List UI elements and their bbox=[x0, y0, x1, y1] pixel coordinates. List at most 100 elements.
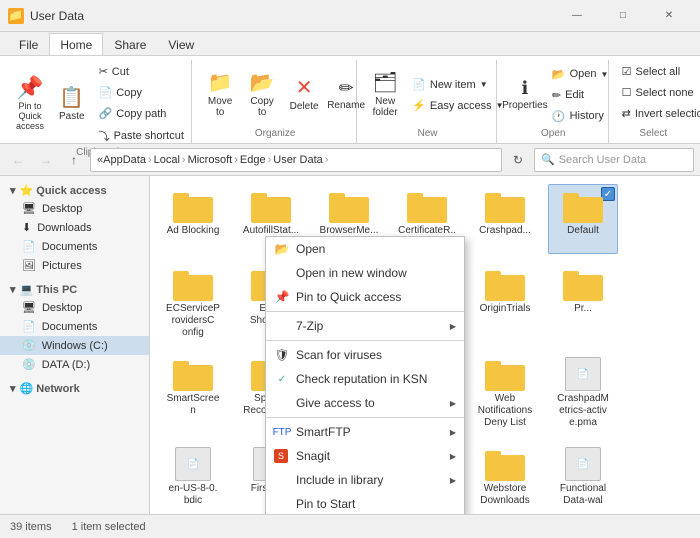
select-none-icon: ☐ bbox=[622, 86, 632, 99]
breadcrumb-appdata[interactable]: AppData bbox=[103, 154, 146, 166]
easy-access-button[interactable]: ⚡ Easy access ▼ bbox=[407, 96, 508, 115]
network-label: 🌐 Network bbox=[20, 382, 80, 395]
list-item[interactable]: Pr... bbox=[548, 262, 618, 344]
file-label: Crashpad... bbox=[479, 225, 531, 237]
ctx-7zip[interactable]: 7-Zip bbox=[266, 314, 464, 338]
breadcrumb-userdata[interactable]: User Data bbox=[273, 154, 323, 166]
minimize-button[interactable]: — bbox=[554, 0, 600, 32]
address-bar[interactable]: « AppData › Local › Microsoft › Edge › U… bbox=[90, 148, 502, 172]
up-button[interactable]: ↑ bbox=[62, 148, 86, 172]
list-item[interactable]: Ad Blocking bbox=[158, 184, 228, 254]
properties-icon: ℹ bbox=[521, 79, 528, 97]
new-folder-icon: 🗂 bbox=[372, 73, 397, 93]
invert-selection-label: Invert selection bbox=[635, 108, 700, 120]
copy-to-button[interactable]: 📂 Copy to bbox=[242, 64, 282, 126]
list-item[interactable]: ECServiceP rovidersC onfig bbox=[158, 262, 228, 344]
cut-button[interactable]: ✂ Cut bbox=[94, 62, 189, 81]
select-label: Select bbox=[617, 128, 690, 141]
sidebar-item-downloads[interactable]: ⬇ Downloads bbox=[0, 218, 149, 237]
ctx-open[interactable]: 📂 Open bbox=[266, 237, 464, 261]
edit-button[interactable]: ✏ Edit bbox=[547, 86, 614, 105]
tab-share[interactable]: Share bbox=[103, 33, 157, 55]
ctx-open-new-window[interactable]: Open in new window bbox=[266, 261, 464, 285]
breadcrumb-microsoft[interactable]: Microsoft bbox=[188, 154, 233, 166]
new-folder-button[interactable]: 🗂 New folder bbox=[365, 64, 405, 126]
pc-documents-icon: 📄 bbox=[22, 320, 36, 333]
smartftp-icon: FTP bbox=[274, 424, 290, 440]
refresh-button[interactable]: ↻ bbox=[506, 148, 530, 172]
select-all-button[interactable]: ☑ Select all bbox=[617, 62, 690, 81]
ctx-smartftp[interactable]: FTP SmartFTP bbox=[266, 420, 464, 444]
list-item[interactable]: Web Notifications Deny List bbox=[470, 352, 540, 434]
sidebar-item-data-d[interactable]: 💿 DATA (D:) bbox=[0, 355, 149, 374]
pin-icon: 📌 bbox=[274, 289, 290, 305]
select-none-label: Select none bbox=[636, 87, 694, 99]
windows-icon: 💿 bbox=[22, 339, 36, 352]
ribbon-tabs: File Home Share View bbox=[0, 32, 700, 56]
paste-shortcut-button[interactable]: ⤵ Paste shortcut bbox=[94, 125, 189, 147]
new-folder-label: New folder bbox=[372, 96, 398, 118]
sidebar-item-pc-documents[interactable]: 📄 Documents bbox=[0, 317, 149, 336]
sidebar-header-network[interactable]: ▾ 🌐 Network bbox=[0, 378, 149, 397]
open-icon: 📂 bbox=[552, 68, 566, 81]
open-button[interactable]: 📂 Open ▼ bbox=[547, 65, 614, 84]
sidebar-header-thispc[interactable]: ▾ 💻 This PC bbox=[0, 279, 149, 298]
sidebar-item-pc-desktop[interactable]: 🖥 Desktop bbox=[0, 298, 149, 317]
tab-home[interactable]: Home bbox=[49, 33, 103, 55]
delete-button[interactable]: ✕ Delete bbox=[284, 64, 324, 126]
open-arrow: ▼ bbox=[601, 70, 609, 79]
sidebar-item-desktop[interactable]: 🖥 Desktop bbox=[0, 199, 149, 218]
list-item[interactable]: 📄 CrashpadM etrics-activ e.pma bbox=[548, 352, 618, 434]
list-item[interactable]: 📄 Functional Data-wal bbox=[548, 442, 618, 514]
paste-button[interactable]: 📋 Paste bbox=[52, 83, 92, 127]
folder-icon bbox=[407, 189, 447, 223]
sidebar-item-windows-c[interactable]: 💿 Windows (C:) bbox=[0, 336, 149, 355]
sidebar-item-pictures[interactable]: 🖼 Pictures bbox=[0, 256, 149, 275]
ribbon-group-new: 🗂 New folder 📄 New item ▼ ⚡ Easy access … bbox=[359, 60, 497, 143]
ctx-sep-2 bbox=[266, 340, 464, 341]
check-icon: ✓ bbox=[274, 371, 290, 387]
ctx-give-access[interactable]: Give access to bbox=[266, 391, 464, 415]
list-item[interactable]: SmartScree n bbox=[158, 352, 228, 434]
list-item[interactable]: OriginTrials bbox=[470, 262, 540, 344]
invert-selection-button[interactable]: ⇄ Invert selection bbox=[617, 104, 690, 123]
search-box[interactable]: 🔍 Search User Data bbox=[534, 148, 694, 172]
ctx-snagit[interactable]: S Snagit bbox=[266, 444, 464, 468]
folder-icon bbox=[485, 447, 525, 481]
ctx-scan-virus[interactable]: 🛡 Scan for viruses bbox=[266, 343, 464, 367]
breadcrumb-edge[interactable]: Edge bbox=[240, 154, 266, 166]
list-item[interactable]: Webstore Downloads bbox=[470, 442, 540, 514]
collapse-icon-net: ▾ bbox=[10, 382, 16, 395]
copy-button[interactable]: 📄 Copy bbox=[94, 83, 189, 102]
forward-button[interactable]: → bbox=[34, 148, 58, 172]
back-button[interactable]: ← bbox=[6, 148, 30, 172]
ctx-check-rep[interactable]: ✓ Check reputation in KSN bbox=[266, 367, 464, 391]
ctx-include-library[interactable]: Include in library bbox=[266, 468, 464, 492]
file-label: Default bbox=[567, 225, 599, 237]
pin-to-quick-button[interactable]: 📌 Pin to Quick access bbox=[10, 74, 50, 136]
history-icon: 🕐 bbox=[552, 110, 566, 123]
close-button[interactable]: ✕ bbox=[646, 0, 692, 32]
sidebar-header-quickaccess[interactable]: ▾ ⭐ Quick access bbox=[0, 180, 149, 199]
copy-path-button[interactable]: 🔗 Copy path bbox=[94, 104, 189, 123]
sidebar-item-documents[interactable]: 📄 Documents bbox=[0, 237, 149, 256]
paste-shortcut-icon: ⤵ bbox=[99, 128, 110, 144]
new-item-button[interactable]: 📄 New item ▼ bbox=[407, 75, 508, 94]
list-item-default[interactable]: ✓ Default bbox=[548, 184, 618, 254]
history-button[interactable]: 🕐 History bbox=[547, 107, 614, 126]
list-item[interactable]: 📄 en-US-8-0. bdic bbox=[158, 442, 228, 514]
move-to-button[interactable]: 📁 Move to bbox=[200, 64, 240, 126]
list-item[interactable]: Crashpad... bbox=[470, 184, 540, 254]
ctx-pin-quick[interactable]: 📌 Pin to Quick access bbox=[266, 285, 464, 309]
properties-button[interactable]: ℹ Properties bbox=[505, 64, 545, 126]
ctx-pin-start[interactable]: Pin to Start bbox=[266, 492, 464, 514]
edit-label: Edit bbox=[565, 89, 584, 101]
breadcrumb-local[interactable]: Local bbox=[154, 154, 180, 166]
select-none-button[interactable]: ☐ Select none bbox=[617, 83, 690, 102]
tab-file[interactable]: File bbox=[8, 33, 49, 55]
downloads-icon: ⬇ bbox=[22, 221, 31, 234]
maximize-button[interactable]: □ bbox=[600, 0, 646, 32]
tab-view[interactable]: View bbox=[157, 33, 205, 55]
file-label: en-US-8-0. bdic bbox=[163, 483, 223, 507]
file-icon: 📄 bbox=[565, 357, 601, 391]
